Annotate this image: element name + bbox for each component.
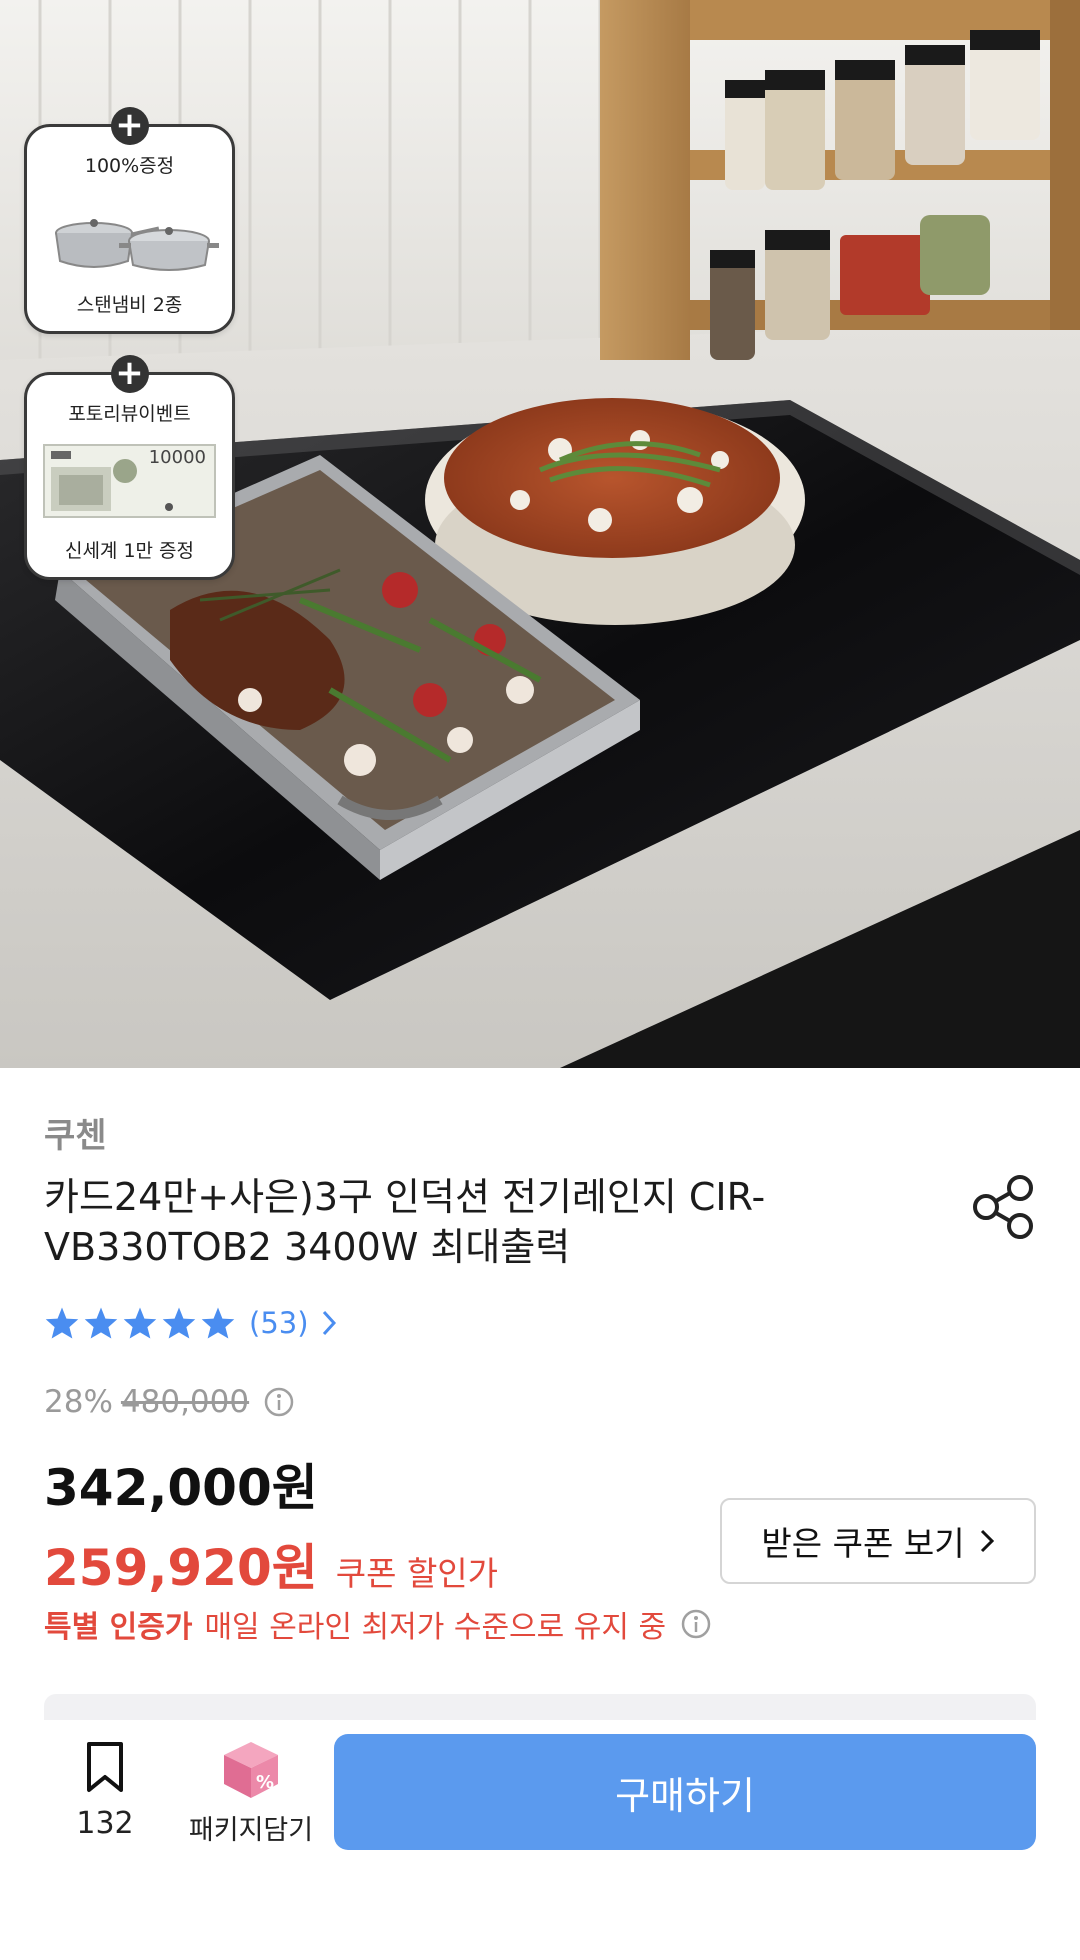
gift-card-bottom-label: 스탠냄비 2종: [76, 294, 183, 316]
gift-card-bottom-label: 신세계 1만 증정: [64, 540, 195, 562]
info-icon[interactable]: [263, 1386, 295, 1418]
rating-row[interactable]: (53): [44, 1306, 337, 1340]
add-to-package-button[interactable]: % 패키지담기: [186, 1738, 316, 1847]
info-icon[interactable]: [680, 1608, 712, 1640]
star-icon: [162, 1307, 196, 1339]
view-coupons-label: 받은 쿠폰 보기: [761, 1524, 965, 1563]
star-icon: [201, 1307, 235, 1339]
gift-card-top-label: 100%증정: [84, 155, 175, 177]
bookmark-icon: [87, 1742, 123, 1792]
sale-price: 342,000원: [44, 1459, 318, 1517]
bookmark-count: 132: [76, 1806, 134, 1841]
plus-icon: +: [110, 355, 149, 393]
share-icon[interactable]: [972, 1174, 1036, 1240]
svg-text:%: %: [256, 1772, 274, 1793]
discount-percent: 28%: [44, 1384, 113, 1420]
bookmark-button[interactable]: 132: [60, 1740, 150, 1841]
star-icon: [123, 1307, 157, 1339]
package-label: 패키지담기: [188, 1815, 314, 1846]
coupon-price-row: 259,920원 쿠폰 할인가: [44, 1528, 498, 1600]
coupon-price: 259,920원: [44, 1539, 318, 1597]
product-title: 카드24만+사은)3구 인덕션 전기레인지 CIR-VB330TOB2 3400…: [44, 1175, 766, 1269]
special-price-notice: 특별 인증가 매일 온라인 최저가 수준으로 유지 중: [44, 1602, 712, 1646]
coupon-price-label: 쿠폰 할인가: [335, 1554, 499, 1593]
bottom-action-bar: 132 % 패키지담기 구매하기: [0, 1720, 1080, 1960]
gift-voucher-image: 10000: [39, 441, 220, 521]
stainless-pot-set-image: [55, 219, 219, 271]
brand-name[interactable]: 쿠첸: [44, 1108, 107, 1157]
package-box-icon: %: [224, 1742, 278, 1798]
review-count: (53): [249, 1306, 309, 1340]
special-price-desc: 매일 온라인 최저가 수준으로 유지 중: [204, 1610, 667, 1645]
voucher-value: 10000: [148, 447, 206, 468]
chevron-right-icon: [980, 1529, 994, 1553]
view-coupons-button[interactable]: 받은 쿠폰 보기: [720, 1498, 1036, 1584]
star-icon: [84, 1307, 118, 1339]
buy-button[interactable]: 구매하기: [334, 1734, 1036, 1850]
discount-row: 28% 480,000: [44, 1384, 295, 1420]
product-hero-image[interactable]: + 100%증정 스탠냄비 2종 + 포토리뷰이벤트 10000 신세계 1만 …: [0, 0, 1080, 1068]
special-price-tag: 특별 인증가: [44, 1610, 193, 1645]
plus-icon: +: [110, 107, 149, 145]
chevron-right-icon: [322, 1310, 336, 1336]
gift-promo-card-pots[interactable]: + 100%증정 스탠냄비 2종: [24, 107, 235, 334]
star-icon: [45, 1307, 79, 1339]
gift-card-top-label: 포토리뷰이벤트: [68, 403, 191, 425]
gift-promo-card-voucher[interactable]: + 포토리뷰이벤트 10000 신세계 1만 증정: [24, 355, 235, 580]
original-price: 480,000: [120, 1384, 250, 1420]
